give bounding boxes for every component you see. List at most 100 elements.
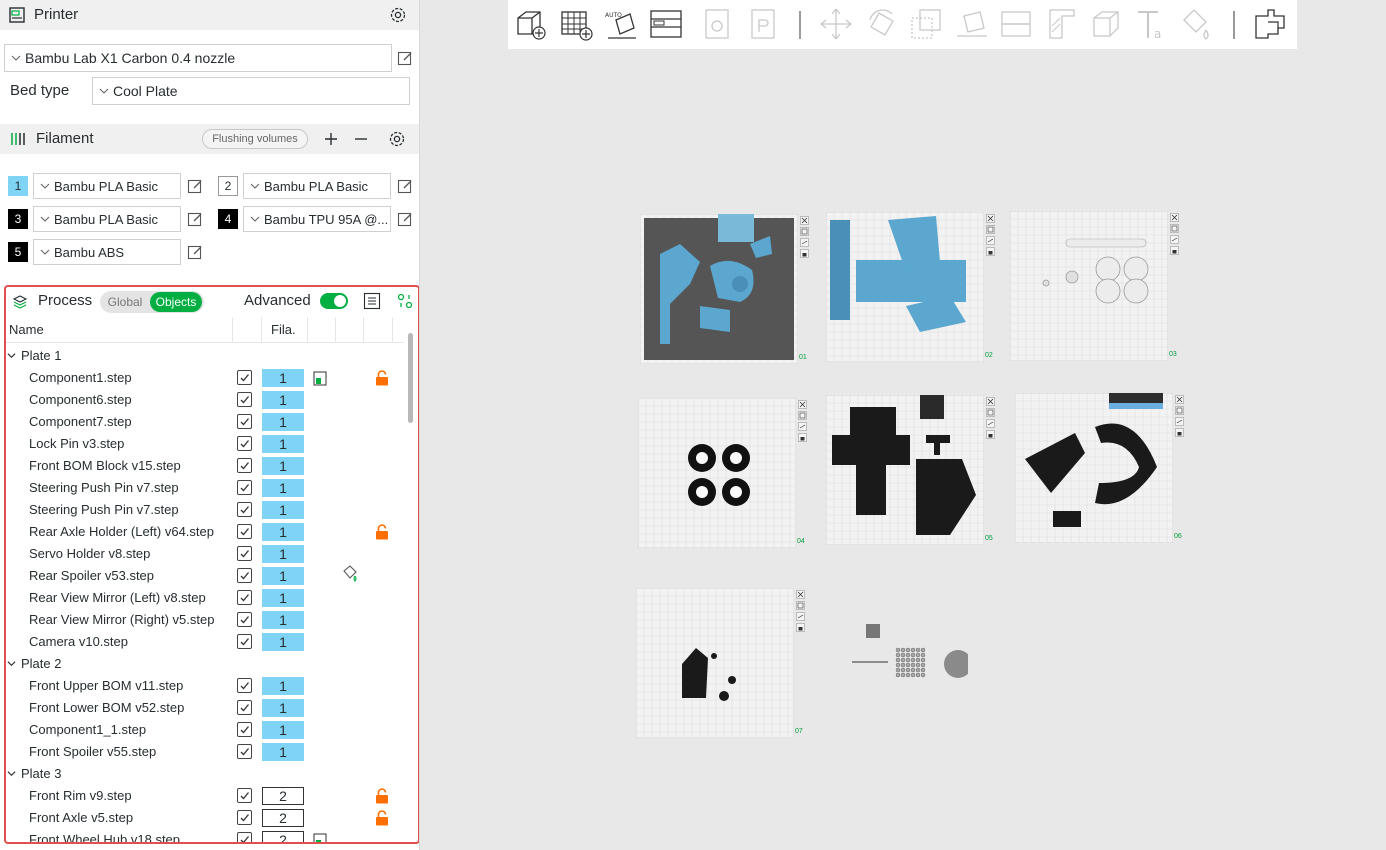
advanced-toggle[interactable] bbox=[320, 293, 348, 309]
plate-settings-icon[interactable] bbox=[313, 371, 327, 386]
object-row[interactable]: Component6.step 1 bbox=[6, 389, 404, 411]
filament-preset-select[interactable]: Bambu TPU 95A @... bbox=[243, 206, 391, 232]
lock-icon[interactable] bbox=[375, 370, 389, 386]
object-visible-checkbox[interactable] bbox=[237, 788, 252, 803]
plate-lock-icon[interactable] bbox=[986, 430, 995, 439]
edit-filament-icon[interactable] bbox=[187, 244, 203, 260]
object-visible-checkbox[interactable] bbox=[237, 458, 252, 473]
object-settings-icon[interactable] bbox=[396, 292, 414, 310]
object-filament-select[interactable]: 1 bbox=[262, 567, 304, 585]
filament-slot-number[interactable]: 2 bbox=[218, 176, 238, 196]
filament-slot-number[interactable]: 1 bbox=[8, 176, 28, 196]
object-filament-select[interactable]: 2 bbox=[262, 787, 304, 805]
object-visible-checkbox[interactable] bbox=[237, 832, 252, 842]
plate-arrange-icon[interactable] bbox=[798, 411, 807, 420]
plate-orient-icon[interactable] bbox=[796, 612, 805, 621]
filament-preset-select[interactable]: Bambu PLA Basic bbox=[33, 206, 181, 232]
plate-lock-icon[interactable] bbox=[800, 249, 809, 258]
object-filament-select[interactable]: 1 bbox=[262, 391, 304, 409]
plate-06[interactable]: 06 bbox=[1015, 393, 1187, 547]
plate-arrange-icon[interactable] bbox=[796, 601, 805, 610]
object-filament-select[interactable]: 1 bbox=[262, 457, 304, 475]
plate-lock-icon[interactable] bbox=[798, 433, 807, 442]
global-objects-switch[interactable]: Global Objects bbox=[100, 291, 204, 313]
object-visible-checkbox[interactable] bbox=[237, 568, 252, 583]
object-row[interactable]: Servo Holder v8.step 1 bbox=[6, 543, 404, 565]
plate-group-row[interactable]: Plate 1 bbox=[6, 345, 404, 367]
edit-filament-icon[interactable] bbox=[397, 211, 413, 227]
plate-lock-icon[interactable] bbox=[1175, 428, 1184, 437]
cut-icon[interactable] bbox=[998, 6, 1034, 42]
object-row[interactable]: Front Axle v5.step 2 bbox=[6, 807, 404, 829]
remove-filament-icon[interactable] bbox=[353, 131, 369, 147]
orient-p-icon[interactable] bbox=[746, 6, 782, 42]
plate-orient-icon[interactable] bbox=[986, 236, 995, 245]
object-visible-checkbox[interactable] bbox=[237, 436, 252, 451]
object-filament-select[interactable]: 1 bbox=[262, 721, 304, 739]
edit-printer-icon[interactable] bbox=[397, 50, 413, 66]
plate-01[interactable]: 01 bbox=[640, 214, 812, 368]
unplaced-objects[interactable] bbox=[848, 620, 968, 690]
plate-lock-icon[interactable] bbox=[986, 247, 995, 256]
filament-slot-number[interactable]: 3 bbox=[8, 209, 28, 229]
rotate-icon[interactable] bbox=[864, 6, 900, 42]
object-row[interactable]: Rear Axle Holder (Left) v64.step 1 bbox=[6, 521, 404, 543]
plate-04[interactable]: 04 bbox=[638, 398, 810, 552]
plate-lock-icon[interactable] bbox=[796, 623, 805, 632]
filament-preset-select[interactable]: Bambu ABS bbox=[33, 239, 181, 265]
object-filament-select[interactable]: 1 bbox=[262, 611, 304, 629]
filament-preset-select[interactable]: Bambu PLA Basic bbox=[243, 173, 391, 199]
filament-preset-select[interactable]: Bambu PLA Basic bbox=[33, 173, 181, 199]
filament-settings-gear-icon[interactable] bbox=[388, 130, 406, 148]
arrange-icon[interactable] bbox=[648, 6, 684, 42]
color-paint-icon[interactable] bbox=[1178, 6, 1214, 42]
collapse-chevron-icon[interactable] bbox=[7, 769, 16, 778]
edit-filament-icon[interactable] bbox=[397, 178, 413, 194]
plate-group-row[interactable]: Plate 2 bbox=[6, 653, 404, 675]
object-filament-select[interactable]: 1 bbox=[262, 743, 304, 761]
column-name[interactable]: Name bbox=[9, 322, 44, 337]
plate-arrange-icon[interactable] bbox=[986, 408, 995, 417]
object-filament-select[interactable]: 1 bbox=[262, 413, 304, 431]
filament-slot-number[interactable]: 5 bbox=[8, 242, 28, 262]
add-plate-icon[interactable] bbox=[558, 6, 594, 42]
edit-filament-icon[interactable] bbox=[187, 178, 203, 194]
plate-arrange-icon[interactable] bbox=[800, 227, 809, 236]
object-filament-select[interactable]: 1 bbox=[262, 501, 304, 519]
plate-arrange-icon[interactable] bbox=[1175, 406, 1184, 415]
plate-close-icon[interactable] bbox=[986, 397, 995, 406]
plate-05[interactable]: 05 bbox=[826, 395, 998, 549]
object-row[interactable]: Rear View Mirror (Right) v5.step 1 bbox=[6, 609, 404, 631]
add-filament-icon[interactable] bbox=[323, 131, 339, 147]
object-row[interactable]: Lock Pin v3.step 1 bbox=[6, 433, 404, 455]
plate-close-icon[interactable] bbox=[796, 590, 805, 599]
object-visible-checkbox[interactable] bbox=[237, 370, 252, 385]
mesh-boolean-icon[interactable] bbox=[1088, 6, 1124, 42]
object-row[interactable]: Front Spoiler v55.step 1 bbox=[6, 741, 404, 763]
object-visible-checkbox[interactable] bbox=[237, 524, 252, 539]
paint-bucket-icon[interactable] bbox=[340, 563, 360, 583]
lock-icon[interactable] bbox=[375, 810, 389, 826]
orient-o-icon[interactable] bbox=[700, 6, 736, 42]
object-row[interactable]: Component7.step 1 bbox=[6, 411, 404, 433]
object-filament-select[interactable]: 1 bbox=[262, 589, 304, 607]
edit-filament-icon[interactable] bbox=[187, 211, 203, 227]
object-row[interactable]: Steering Push Pin v7.step 1 bbox=[6, 499, 404, 521]
plate-orient-icon[interactable] bbox=[1175, 417, 1184, 426]
printer-settings-gear-icon[interactable] bbox=[389, 6, 407, 24]
plate-orient-icon[interactable] bbox=[798, 422, 807, 431]
object-visible-checkbox[interactable] bbox=[237, 700, 252, 715]
flushing-volumes-button[interactable]: Flushing volumes bbox=[202, 129, 308, 149]
plate-close-icon[interactable] bbox=[800, 216, 809, 225]
add-object-icon[interactable] bbox=[512, 6, 548, 42]
object-row[interactable]: Front Rim v9.step 2 bbox=[6, 785, 404, 807]
collapse-chevron-icon[interactable] bbox=[7, 351, 16, 360]
plate-orient-icon[interactable] bbox=[1170, 235, 1179, 244]
plate-close-icon[interactable] bbox=[1170, 213, 1179, 222]
column-fila[interactable]: Fila. bbox=[271, 322, 296, 337]
plate-orient-icon[interactable] bbox=[800, 238, 809, 247]
global-option[interactable]: Global bbox=[102, 292, 148, 312]
object-filament-select[interactable]: 1 bbox=[262, 545, 304, 563]
object-visible-checkbox[interactable] bbox=[237, 612, 252, 627]
lay-on-face-icon[interactable] bbox=[954, 6, 990, 42]
